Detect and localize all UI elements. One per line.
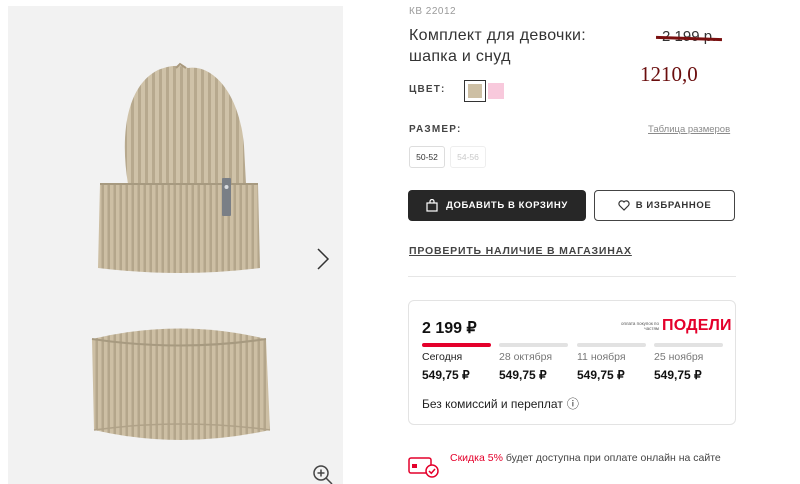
favorites-label: В ИЗБРАННОЕ	[635, 200, 712, 211]
installment-date: 11 ноября	[577, 351, 626, 363]
product-image	[91, 62, 271, 440]
card-check-icon	[408, 457, 439, 478]
info-icon[interactable]: ⓘ	[567, 395, 579, 412]
add-to-cart-label: ДОБАВИТЬ В КОРЗИНУ	[446, 200, 568, 211]
installment-item: 28 октября 549,75 ₽	[499, 343, 568, 382]
installment-bar	[654, 343, 723, 347]
product-gallery	[8, 6, 343, 484]
no-fee-note: Без комиссий и переплат ⓘ	[422, 395, 579, 412]
split-total: 2 199 ₽	[422, 320, 477, 337]
color-label: ЦВЕТ:	[409, 84, 446, 95]
heart-icon	[618, 200, 630, 211]
installment-date: Сегодня	[422, 351, 463, 363]
shopping-bag-icon	[426, 199, 438, 212]
installment-bar	[499, 343, 568, 347]
split-note: оплата покупок по частям	[620, 321, 659, 331]
old-price: 2 199 р.	[655, 28, 723, 45]
product-sku: КВ 22012	[409, 6, 457, 17]
installment-bar	[577, 343, 646, 347]
split-payment-card[interactable]: 2 199 ₽ оплата покупок по частям ПОДЕЛИ …	[408, 300, 736, 425]
promo-text: Скидка 5% будет доступна при оплате онла…	[450, 450, 730, 466]
installment-item: Сегодня 549,75 ₽	[422, 343, 491, 382]
swatch-fill	[468, 84, 482, 98]
promo-discount: Скидка 5%	[450, 452, 503, 464]
check-store-availability-link[interactable]: ПРОВЕРИТЬ НАЛИЧИЕ В МАГАЗИНАХ	[409, 245, 632, 257]
podeli-logo: ПОДЕЛИ	[662, 317, 732, 334]
installment-amount: 549,75 ₽	[577, 368, 625, 382]
installment-amount: 549,75 ₽	[422, 368, 470, 382]
add-to-favorites-button[interactable]: В ИЗБРАННОЕ	[594, 190, 735, 221]
size-chart-link[interactable]: Таблица размеров	[648, 124, 730, 135]
size-label: РАЗМЕР:	[409, 124, 462, 135]
installment-date: 25 ноября	[654, 351, 704, 363]
size-option-54-56[interactable]: 54-56	[450, 146, 486, 168]
installment-item: 11 ноября 549,75 ₽	[577, 343, 646, 382]
add-to-cart-button[interactable]: ДОБАВИТЬ В КОРЗИНУ	[408, 190, 586, 221]
installment-bar	[422, 343, 491, 347]
installment-date: 28 октября	[499, 351, 553, 363]
color-swatch-beige[interactable]	[464, 80, 486, 102]
promo-description: будет доступна при оплате онлайн на сайт…	[502, 452, 721, 464]
installment-amount: 549,75 ₽	[654, 368, 702, 382]
installment-item: 25 ноября 549,75 ₽	[654, 343, 723, 382]
product-title: Комплект для девочки: шапка и снуд	[409, 27, 586, 65]
swatch-fill	[488, 83, 504, 99]
online-discount-promo: Скидка 5% будет доступна при оплате онла…	[408, 449, 738, 484]
divider	[408, 276, 736, 277]
chevron-right-icon[interactable]	[308, 244, 338, 274]
new-price: 1210,0	[640, 62, 698, 86]
zoom-in-icon[interactable]	[312, 464, 334, 484]
installment-amount: 549,75 ₽	[499, 368, 547, 382]
size-option-50-52[interactable]: 50-52	[409, 146, 445, 168]
no-fee-text: Без комиссий и переплат	[422, 396, 563, 411]
color-swatch-pink[interactable]	[485, 80, 507, 102]
